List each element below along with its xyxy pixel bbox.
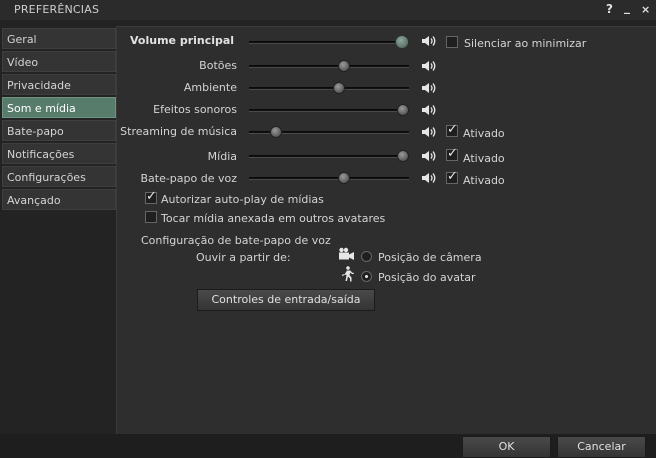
window-title: PREFERÊNCIAS	[14, 3, 100, 16]
ok-button[interactable]: OK	[462, 436, 551, 458]
ambient-volume-track[interactable]	[249, 87, 409, 90]
voice-chat-volume-slider[interactable]	[337, 172, 350, 184]
speaker-icon[interactable]	[421, 150, 437, 162]
tab-privacy[interactable]: Privacidade	[2, 74, 116, 95]
autoplay-media-checkbox[interactable]: ✓	[145, 189, 157, 204]
avatar-position-label: Posição do avatar	[378, 271, 476, 284]
autoplay-media-label: Autorizar auto-play de mídias	[161, 193, 324, 206]
voice-chat-enabled-checkbox[interactable]: ✓	[446, 169, 458, 184]
sound-effects-volume-track[interactable]	[249, 109, 409, 112]
media-volume-label: Mídia	[207, 150, 237, 163]
master-volume-slider[interactable]	[395, 35, 409, 49]
checkmark-icon: ✓	[447, 122, 458, 137]
buttons-volume-slider[interactable]	[337, 60, 350, 72]
music-stream-volume-label: Streaming de música	[120, 125, 237, 138]
speaker-icon[interactable]	[421, 60, 437, 72]
checkmark-icon: ✓	[146, 189, 157, 204]
master-volume-label: Volume principal	[130, 34, 235, 47]
camera-icon	[339, 247, 354, 260]
media-enabled-checkbox[interactable]: ✓	[446, 146, 458, 161]
music-stream-enabled-label: Ativado	[463, 127, 505, 140]
speaker-icon[interactable]	[421, 126, 437, 138]
voice-config-section-label: Configuração de bate-papo de voz	[141, 234, 331, 247]
speaker-icon[interactable]	[421, 172, 437, 184]
master-volume-track[interactable]	[249, 41, 409, 44]
tab-sound-media[interactable]: Som e mídia	[2, 97, 116, 118]
speaker-icon[interactable]	[421, 35, 437, 47]
silence-on-minimize-checkbox[interactable]	[446, 36, 458, 48]
close-button[interactable]: ×	[641, 3, 650, 16]
buttons-volume-track[interactable]	[249, 65, 409, 68]
tab-notifications[interactable]: Notificações	[2, 143, 116, 164]
media-enabled-label: Ativado	[463, 152, 505, 165]
buttons-volume-label: Botões	[199, 59, 237, 72]
media-volume-track[interactable]	[249, 155, 409, 158]
tab-chat[interactable]: Bate-papo	[2, 120, 116, 141]
tab-settings[interactable]: Configurações	[2, 166, 116, 187]
minimize-button[interactable]: _	[624, 0, 630, 14]
speaker-icon[interactable]	[421, 82, 437, 94]
sound-effects-volume-slider[interactable]	[397, 104, 409, 116]
checkmark-icon: ✓	[447, 169, 458, 184]
checkmark-icon: ✓	[447, 146, 458, 161]
io-controls-button[interactable]: Controles de entrada/saída	[197, 289, 375, 311]
voice-chat-volume-label: Bate-papo de voz	[140, 172, 237, 185]
camera-position-label: Posição de câmera	[378, 251, 482, 264]
silence-on-minimize-label: Silenciar ao minimizar	[464, 37, 587, 50]
sound-effects-volume-label: Efeitos sonoros	[153, 103, 237, 116]
hear-from-label: Ouvir a partir de:	[196, 251, 291, 264]
camera-position-radio[interactable]	[361, 251, 372, 262]
media-volume-slider[interactable]	[397, 150, 409, 162]
walking-person-icon	[341, 266, 354, 282]
play-attached-media-label: Tocar mídia anexada em outros avatares	[161, 212, 386, 225]
music-stream-enabled-checkbox[interactable]: ✓	[446, 122, 458, 137]
voice-chat-enabled-label: Ativado	[463, 174, 505, 187]
avatar-position-radio[interactable]	[361, 271, 372, 282]
title-bar: PREFERÊNCIAS ? _ ×	[0, 0, 656, 20]
ambient-volume-label: Ambiente	[183, 81, 237, 94]
cancel-button[interactable]: Cancelar	[557, 436, 646, 458]
tab-advanced[interactable]: Avançado	[2, 189, 116, 210]
music-stream-volume-slider[interactable]	[269, 126, 282, 138]
help-button[interactable]: ?	[606, 2, 613, 16]
speaker-icon[interactable]	[421, 104, 437, 116]
play-attached-media-checkbox[interactable]	[145, 211, 157, 223]
tab-general[interactable]: Geral	[2, 28, 116, 49]
voice-chat-volume-track[interactable]	[249, 177, 409, 180]
tab-video[interactable]: Vídeo	[2, 51, 116, 72]
